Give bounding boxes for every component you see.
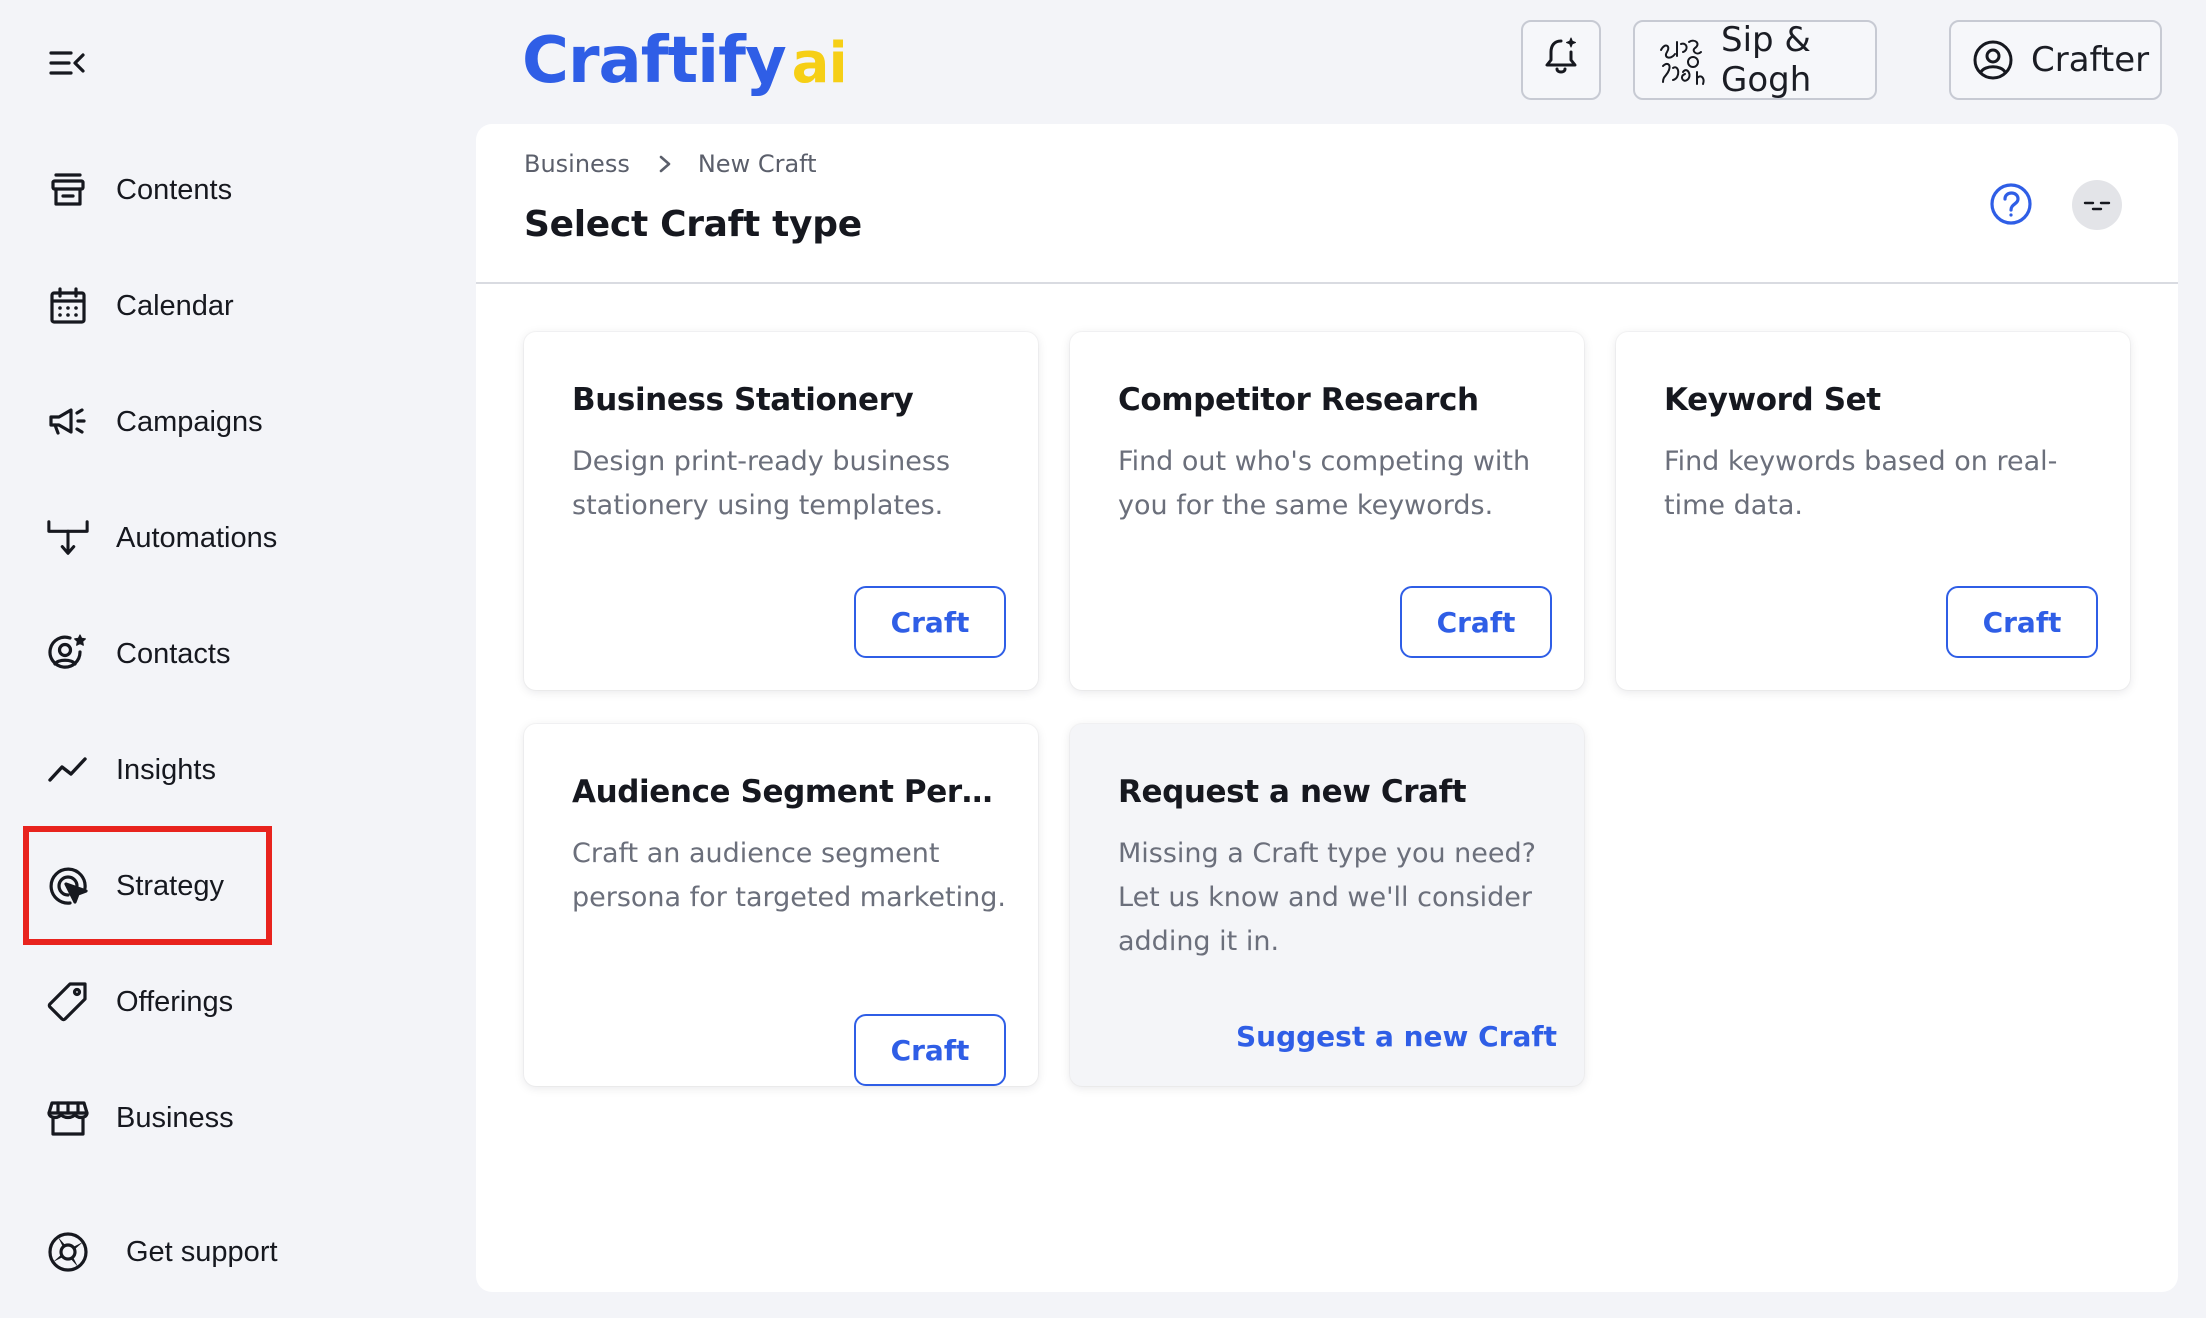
app-root: Contents Calendar Campaigns Automations: [0, 0, 2206, 1318]
sidebar-item-label: Contacts: [116, 637, 231, 670]
notifications-button[interactable]: [1521, 20, 1601, 100]
megaphone-icon: [46, 400, 90, 444]
store-icon: [46, 1096, 90, 1140]
sidebar-item-label: Offerings: [116, 985, 234, 1018]
org-logo-icon: [1653, 32, 1709, 88]
card-title: Audience Segment Persona: [572, 774, 1002, 810]
organization-switcher[interactable]: Sip & Gogh: [1633, 20, 1877, 100]
sidebar-item-label: Business: [116, 1101, 234, 1134]
user-menu-button[interactable]: Crafter: [1949, 20, 2162, 100]
trend-icon: [46, 748, 90, 792]
sidebar-item-calendar[interactable]: Calendar: [46, 276, 234, 336]
user-star-icon: [46, 632, 90, 676]
sidebar-item-contacts[interactable]: Contacts: [46, 624, 230, 684]
flow-icon: [46, 516, 90, 560]
craft-button[interactable]: Craft: [1400, 586, 1552, 658]
sidebar-item-automations[interactable]: Automations: [46, 508, 277, 568]
card-description: Find out who's competing with you for th…: [1118, 446, 1531, 521]
sidebar-item-label: Contents: [116, 173, 233, 206]
sidebar-item-insights[interactable]: Insights: [46, 740, 216, 800]
sidebar-item-offerings[interactable]: Offerings: [46, 972, 233, 1032]
card-description: Find keywords based on real-time data.: [1664, 446, 2058, 521]
sidebar-item-label: Insights: [116, 753, 216, 786]
craft-button[interactable]: Craft: [854, 1014, 1006, 1086]
user-label: Crafter: [2031, 40, 2150, 80]
card-title: Business Stationery: [572, 382, 914, 418]
user-circle-icon: [1971, 38, 2015, 82]
card-description: Missing a Craft type you need? Let us kn…: [1118, 838, 1536, 957]
sidebar-item-strategy[interactable]: Strategy: [46, 856, 224, 916]
sidebar-item-label: Strategy: [116, 869, 224, 902]
archive-icon: [46, 168, 90, 212]
craftify-logo[interactable]: Craftify ai: [522, 24, 848, 108]
calendar-icon: [46, 284, 90, 328]
avatar[interactable]: [2072, 180, 2122, 230]
craft-card-audience-segment-persona[interactable]: Audience Segment Persona Craft an audien…: [524, 724, 1038, 1086]
breadcrumb: Business New Craft: [524, 150, 817, 178]
craft-card-competitor-research[interactable]: Competitor Research Find out who's compe…: [1070, 332, 1584, 690]
chevron-right-icon: [658, 154, 672, 174]
craft-button[interactable]: Craft: [1946, 586, 2098, 658]
sidebar-item-contents[interactable]: Contents: [46, 160, 232, 220]
collapse-sidebar-icon[interactable]: [46, 46, 90, 80]
help-icon[interactable]: [1988, 181, 2034, 227]
card-description: Craft an audience segment persona for ta…: [572, 838, 1006, 913]
header-divider: [476, 282, 2178, 284]
card-title: Competitor Research: [1118, 382, 1479, 418]
sidebar-item-business[interactable]: Business: [46, 1088, 234, 1148]
org-name: Sip & Gogh: [1721, 20, 1812, 100]
logo-text: Craftify: [522, 24, 787, 98]
request-craft-card: Request a new Craft Missing a Craft type…: [1070, 724, 1584, 1086]
sidebar-item-campaigns[interactable]: Campaigns: [46, 392, 263, 452]
card-title: Request a new Craft: [1118, 774, 1467, 810]
card-title: Keyword Set: [1664, 382, 1881, 418]
main-panel: Business New Craft Select Craft type Bus…: [476, 124, 2178, 1292]
page-title: Select Craft type: [524, 204, 862, 245]
craft-button[interactable]: Craft: [854, 586, 1006, 658]
tag-icon: [46, 980, 90, 1024]
suggest-craft-link[interactable]: Suggest a new Craft: [1236, 1020, 1557, 1053]
craft-card-business-stationery[interactable]: Business Stationery Design print-ready b…: [524, 332, 1038, 690]
breadcrumb-item-business[interactable]: Business: [524, 150, 630, 178]
lifebuoy-icon: [46, 1230, 90, 1274]
bell-icon: [1542, 36, 1580, 85]
get-support-link[interactable]: Get support: [46, 1222, 278, 1282]
get-support-label: Get support: [126, 1235, 278, 1268]
target-cursor-icon: [46, 864, 90, 908]
card-description: Design print-ready business stationery u…: [572, 446, 951, 521]
breadcrumb-item-current: New Craft: [697, 150, 817, 178]
craft-card-keyword-set[interactable]: Keyword Set Find keywords based on real-…: [1616, 332, 2130, 690]
logo-ai-text: ai: [791, 31, 848, 96]
sidebar-item-label: Campaigns: [116, 405, 263, 438]
sidebar-item-label: Automations: [116, 521, 278, 554]
sidebar-item-label: Calendar: [116, 289, 234, 322]
